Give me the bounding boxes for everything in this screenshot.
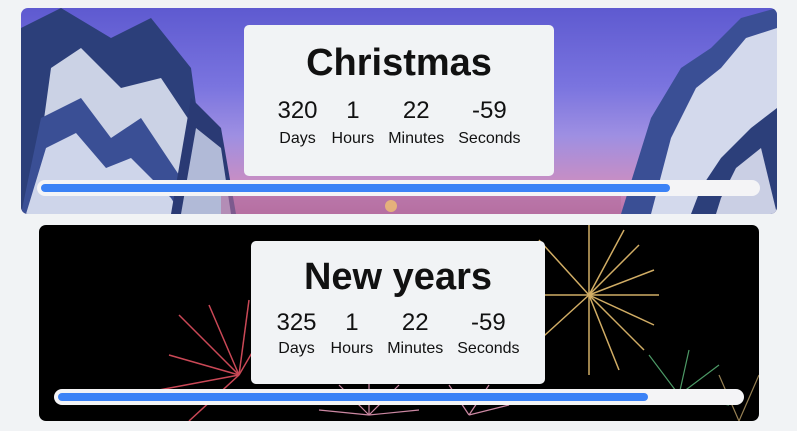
seconds-value: -59	[471, 309, 506, 336]
countdown-info-panel: New years 325 Days 1 Hours 22 Minutes -5…	[251, 241, 545, 384]
countdown-card-christmas: Christmas 320 Days 1 Hours 22 Minutes -5…	[21, 8, 777, 214]
countdown-days: 325 Days	[269, 309, 323, 359]
progress-fill	[41, 184, 670, 192]
countdown-seconds: -59 Seconds	[450, 309, 526, 359]
hours-label: Hours	[331, 130, 375, 147]
minutes-label: Minutes	[387, 340, 444, 357]
countdown-days: 320 Days	[270, 97, 324, 149]
days-label: Days	[278, 340, 315, 357]
days-value: 320	[277, 97, 318, 124]
countdown-page: Christmas 320 Days 1 Hours 22 Minutes -5…	[0, 0, 797, 431]
hours-label: Hours	[330, 340, 374, 357]
countdown-seconds: -59 Seconds	[451, 97, 527, 149]
seconds-label: Seconds	[458, 130, 521, 147]
countdown-info-panel: Christmas 320 Days 1 Hours 22 Minutes -5…	[244, 25, 554, 176]
seconds-value: -59	[472, 97, 507, 124]
seconds-label: Seconds	[457, 340, 520, 357]
countdown-hours: 1 Hours	[325, 97, 382, 149]
progress-track	[37, 180, 760, 196]
progress-track	[54, 389, 744, 405]
minutes-value: 22	[402, 97, 430, 124]
minutes-label: Minutes	[388, 130, 445, 147]
days-label: Days	[279, 130, 316, 147]
countdown-units: 320 Days 1 Hours 22 Minutes -59 Seconds	[244, 97, 554, 149]
hours-value: 1	[345, 309, 359, 336]
minutes-value: 22	[401, 309, 429, 336]
hours-value: 1	[346, 97, 360, 124]
countdown-minutes: 22 Minutes	[381, 97, 451, 149]
progress-fill	[58, 393, 648, 401]
countdown-title: Christmas	[306, 42, 492, 84]
countdown-hours: 1 Hours	[324, 309, 381, 359]
days-value: 325	[276, 309, 317, 336]
countdown-title: New years	[303, 256, 492, 298]
countdown-units: 325 Days 1 Hours 22 Minutes -59 Seconds	[251, 309, 545, 359]
countdown-card-new-years: New years 325 Days 1 Hours 22 Minutes -5…	[39, 225, 759, 421]
countdown-minutes: 22 Minutes	[380, 309, 450, 359]
